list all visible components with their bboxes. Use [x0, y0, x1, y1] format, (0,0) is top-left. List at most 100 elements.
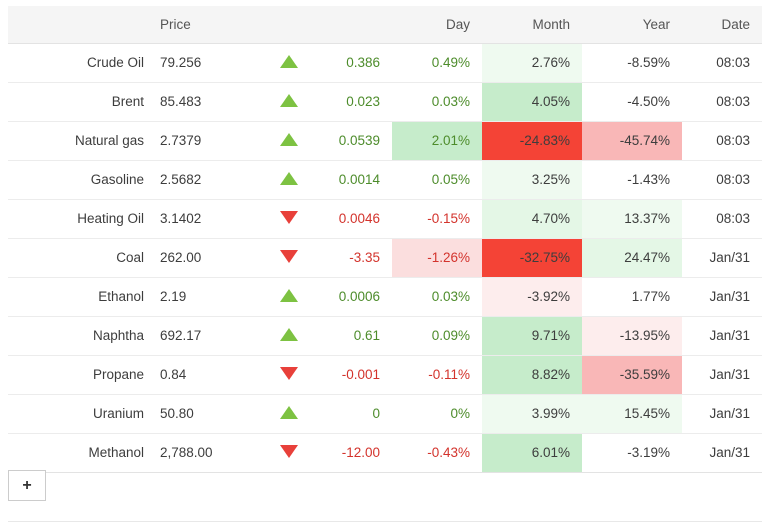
cell-date: 08:03	[682, 43, 762, 83]
cell-price: 3.1402	[156, 199, 256, 239]
cell-commodity-name[interactable]: Brent	[8, 82, 156, 122]
triangle-down-icon	[256, 433, 310, 473]
cell-change: 0.0539	[310, 121, 392, 161]
table-row[interactable]: Naphtha 692.17 0.61 0.09% 9.71% -13.95% Jan/31	[8, 316, 762, 356]
triangle-up-icon	[256, 160, 310, 200]
cell-day-change: 0.03%	[392, 277, 482, 317]
cell-change: 0.0006	[310, 277, 392, 317]
table-row[interactable]: Crude Oil 79.256 0.386 0.49% 2.76% -8.59% 08:0…	[8, 43, 762, 83]
cell-change: 0.0046	[310, 199, 392, 239]
column-header-price[interactable]: Price	[156, 6, 256, 44]
triangle-up-icon-glyph	[280, 327, 298, 341]
cell-commodity-name[interactable]: Uranium	[8, 394, 156, 434]
cell-change: 0.023	[310, 82, 392, 122]
cell-commodity-name[interactable]: Ethanol	[8, 277, 156, 317]
cell-price: 2.19	[156, 277, 256, 317]
table-row[interactable]: Propane 0.84 -0.001 -0.11% 8.82% -35.59% Jan/3…	[8, 355, 762, 395]
cell-date: Jan/31	[682, 355, 762, 395]
cell-year-change: 15.45%	[582, 394, 682, 434]
column-header-change	[310, 6, 392, 44]
cell-date: 08:03	[682, 121, 762, 161]
cell-month-change: 2.76%	[482, 43, 582, 83]
table-header: Price Day Month Year Date	[8, 6, 762, 44]
table-row[interactable]: Gasoline 2.5682 0.0014 0.05% 3.25% -1.43% 08:0…	[8, 160, 762, 200]
cell-price: 85.483	[156, 82, 256, 122]
cell-price: 692.17	[156, 316, 256, 356]
cell-year-change: -1.43%	[582, 160, 682, 200]
cell-commodity-name[interactable]: Coal	[8, 238, 156, 278]
cell-price: 2.7379	[156, 121, 256, 161]
add-row-button[interactable]: +	[8, 470, 46, 501]
cell-commodity-name[interactable]: Propane	[8, 355, 156, 395]
column-header-day[interactable]: Day	[392, 6, 482, 44]
cell-year-change: 1.77%	[582, 277, 682, 317]
triangle-up-icon	[256, 394, 310, 434]
triangle-up-icon-glyph	[280, 54, 298, 68]
cell-commodity-name[interactable]: Heating Oil	[8, 199, 156, 239]
column-header-year[interactable]: Year	[582, 6, 682, 44]
table-row[interactable]: Heating Oil 3.1402 0.0046 -0.15% 4.70% 13.37%…	[8, 199, 762, 239]
table-row[interactable]: Coal 262.00 -3.35 -1.26% -32.75% 24.47% Jan/31	[8, 238, 762, 278]
commodity-quotes-table: Price Day Month Year Date Crude Oil 79.25…	[8, 6, 762, 473]
triangle-up-icon	[256, 316, 310, 356]
triangle-down-icon-glyph	[280, 249, 298, 263]
cell-commodity-name[interactable]: Gasoline	[8, 160, 156, 200]
cell-year-change: 24.47%	[582, 238, 682, 278]
cell-month-change: 3.99%	[482, 394, 582, 434]
table-body: Crude Oil 79.256 0.386 0.49% 2.76% -8.59% 08:0…	[8, 43, 762, 473]
cell-commodity-name[interactable]: Natural gas	[8, 121, 156, 161]
triangle-down-icon-glyph	[280, 210, 298, 224]
cell-date: Jan/31	[682, 238, 762, 278]
triangle-up-icon	[256, 43, 310, 83]
cell-change: 0.386	[310, 43, 392, 83]
triangle-down-icon	[256, 199, 310, 239]
triangle-up-icon-glyph	[280, 288, 298, 302]
table-row[interactable]: Natural gas 2.7379 0.0539 2.01% -24.83% -45.7…	[8, 121, 762, 161]
cell-change: 0.61	[310, 316, 392, 356]
cell-date: 08:03	[682, 82, 762, 122]
cell-year-change: -3.19%	[582, 433, 682, 473]
triangle-down-icon	[256, 355, 310, 395]
cell-day-change: -0.43%	[392, 433, 482, 473]
cell-month-change: -24.83%	[482, 121, 582, 161]
cell-year-change: -45.74%	[582, 121, 682, 161]
quotes-table-container: Price Day Month Year Date Crude Oil 79.25…	[8, 6, 762, 473]
triangle-up-icon-glyph	[280, 171, 298, 185]
cell-change: 0.0014	[310, 160, 392, 200]
table-row[interactable]: Methanol 2,788.00 -12.00 -0.43% 6.01% -3.19% J…	[8, 433, 762, 473]
cell-month-change: 4.70%	[482, 199, 582, 239]
table-row[interactable]: Brent 85.483 0.023 0.03% 4.05% -4.50% 08:03	[8, 82, 762, 122]
triangle-up-icon-glyph	[280, 405, 298, 419]
cell-price: 0.84	[156, 355, 256, 395]
table-footer: +	[8, 470, 762, 520]
triangle-down-icon-glyph	[280, 366, 298, 380]
bottom-divider	[8, 521, 762, 522]
column-header-month[interactable]: Month	[482, 6, 582, 44]
cell-day-change: 2.01%	[392, 121, 482, 161]
cell-month-change: -32.75%	[482, 238, 582, 278]
cell-month-change: -3.92%	[482, 277, 582, 317]
cell-date: Jan/31	[682, 277, 762, 317]
table-header-row: Price Day Month Year Date	[8, 6, 762, 44]
table-row[interactable]: Uranium 50.80 0 0% 3.99% 15.45% Jan/31	[8, 394, 762, 434]
cell-year-change: -4.50%	[582, 82, 682, 122]
cell-price: 2,788.00	[156, 433, 256, 473]
cell-date: 08:03	[682, 160, 762, 200]
cell-commodity-name[interactable]: Naphtha	[8, 316, 156, 356]
cell-day-change: -0.11%	[392, 355, 482, 395]
cell-day-change: 0.49%	[392, 43, 482, 83]
cell-month-change: 3.25%	[482, 160, 582, 200]
cell-day-change: 0.03%	[392, 82, 482, 122]
column-header-name[interactable]	[8, 6, 156, 44]
cell-commodity-name[interactable]: Crude Oil	[8, 43, 156, 83]
column-header-date[interactable]: Date	[682, 6, 762, 44]
cell-day-change: 0.09%	[392, 316, 482, 356]
cell-price: 50.80	[156, 394, 256, 434]
commodity-quotes-page: Price Day Month Year Date Crude Oil 79.25…	[0, 0, 770, 529]
cell-date: Jan/31	[682, 394, 762, 434]
cell-commodity-name[interactable]: Methanol	[8, 433, 156, 473]
triangle-down-icon-glyph	[280, 444, 298, 458]
table-row[interactable]: Ethanol 2.19 0.0006 0.03% -3.92% 1.77% Jan/31	[8, 277, 762, 317]
cell-year-change: -35.59%	[582, 355, 682, 395]
column-header-arrow	[256, 6, 310, 44]
